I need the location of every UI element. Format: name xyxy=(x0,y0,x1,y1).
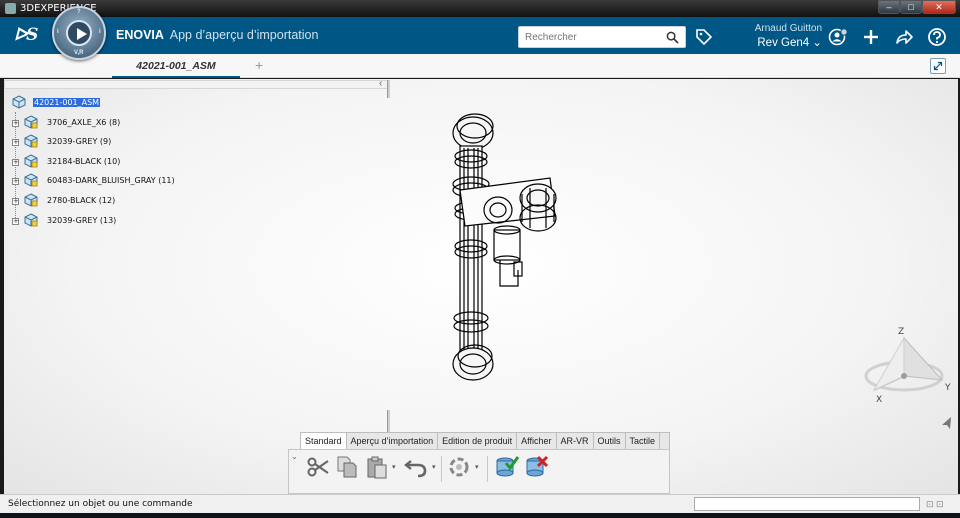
splitter-handle[interactable] xyxy=(387,410,390,432)
assembly-icon xyxy=(12,95,26,109)
compass-bottom-label: V,R xyxy=(74,50,84,56)
top-bar: ᐅS ENOVIA App d’aperçu d’importation Arn… xyxy=(0,17,960,54)
status-options-icon[interactable]: ⊡ ⊡ xyxy=(926,499,944,510)
tree-item[interactable]: +32184-BLACK (10) xyxy=(12,153,342,173)
tree-expander[interactable]: + xyxy=(12,217,19,225)
status-bar: Sélectionnez un objet ou une commande ⊡ … xyxy=(0,494,960,513)
navigation-cursor-icon[interactable] xyxy=(940,416,952,430)
compass-widget[interactable]: ? i i V,R xyxy=(52,6,106,60)
tree-item-label: 3706_AXLE_X6 (8) xyxy=(47,117,121,127)
help-icon[interactable] xyxy=(927,27,947,47)
window-title-bar: 3DEXPERIENCE – □ ✕ xyxy=(0,0,960,17)
tree-root-label: 42021-001_ASM xyxy=(33,98,101,107)
action-tab[interactable]: Afficher xyxy=(517,433,557,449)
action-tab[interactable]: AR-VR xyxy=(557,433,594,449)
tree-expander[interactable]: + xyxy=(12,178,19,186)
minimize-button[interactable]: – xyxy=(878,0,900,14)
action-bar-collapse-button[interactable]: ⌄ xyxy=(291,452,300,492)
action-tab[interactable]: Outils xyxy=(594,433,626,449)
app-name: App d’aperçu d’importation xyxy=(169,28,319,42)
brand-name: ENOVIA xyxy=(116,28,164,42)
app-title: ENOVIA App d’aperçu d’importation xyxy=(116,28,318,42)
user-name: Arnaud Guitton xyxy=(754,23,822,34)
add-tab-button[interactable]: + xyxy=(255,57,263,73)
chevron-down-icon: ⌄ xyxy=(812,37,822,49)
part-icon xyxy=(24,173,38,187)
cut-icon[interactable] xyxy=(306,455,330,479)
tag-icon[interactable] xyxy=(694,27,714,47)
action-bar: ⌄ ▾ ▾ ▾ xyxy=(288,449,670,494)
part-icon xyxy=(24,213,38,227)
play-button[interactable] xyxy=(66,20,92,46)
collab-space-label: Rev Gen4 xyxy=(757,37,810,49)
copy-icon[interactable] xyxy=(335,455,359,479)
paste-icon[interactable] xyxy=(365,455,389,479)
sync-database-icon[interactable] xyxy=(495,455,519,479)
splitter-handle[interactable] xyxy=(387,80,390,98)
paste-dropdown-icon[interactable]: ▾ xyxy=(392,463,396,471)
part-icon xyxy=(24,134,38,148)
3d-model[interactable] xyxy=(430,98,580,390)
close-button[interactable]: ✕ xyxy=(922,0,956,14)
status-message: Sélectionnez un objet ou une commande xyxy=(8,499,193,509)
part-icon xyxy=(24,115,38,129)
x-axis-label: X xyxy=(876,395,882,405)
share-icon[interactable] xyxy=(894,27,914,47)
y-axis-label: Y xyxy=(944,383,951,393)
part-icon xyxy=(24,154,38,168)
tree-item[interactable]: +60483-DARK_BLUISH_GRAY (11) xyxy=(12,172,342,192)
update-dropdown-icon[interactable]: ▾ xyxy=(475,463,479,471)
tree-expander[interactable]: + xyxy=(12,139,19,147)
collab-space[interactable]: Rev Gen4 ⌄ xyxy=(718,35,822,49)
user-settings-icon[interactable] xyxy=(828,27,848,47)
tree-item[interactable]: +3706_AXLE_X6 (8) xyxy=(12,114,342,134)
tree-item[interactable]: +32039-GREY (13) xyxy=(12,212,342,232)
command-input[interactable] xyxy=(694,497,920,511)
tab-42021-001-asm[interactable]: 42021-001_ASM xyxy=(112,57,240,78)
tree-scrollbar[interactable]: ‹ xyxy=(4,78,388,89)
compass-top-label: ? xyxy=(77,9,81,15)
document-tabs: 42021-001_ASM + xyxy=(0,54,960,78)
compass-right-label: i xyxy=(99,29,101,35)
toolbar-separator xyxy=(487,456,488,482)
tree-item[interactable]: +32039-GREY (9) xyxy=(12,133,342,153)
tree-root[interactable]: 42021-001_ASM xyxy=(12,94,342,114)
app-logo-icon xyxy=(5,3,16,14)
action-bar-tabs: Standard Aperçu d’importation Edition de p… xyxy=(300,432,670,450)
action-tab[interactable]: Edition de produit xyxy=(438,433,518,449)
play-icon xyxy=(77,28,87,40)
tree-item-label: 32039-GREY (9) xyxy=(47,137,112,147)
tree-item-label: 2780-BLACK (12) xyxy=(47,195,116,205)
search-input[interactable] xyxy=(519,27,659,48)
tree-item-label: 32039-GREY (13) xyxy=(47,215,117,225)
action-tab[interactable]: Tactile xyxy=(626,433,661,449)
product-tree: 42021-001_ASM +3706_AXLE_X6 (8) +32039-GR… xyxy=(12,94,342,231)
action-tab[interactable]: Standard xyxy=(301,433,347,449)
tree-expander[interactable]: + xyxy=(12,119,19,127)
tree-item-label: 32184-BLACK (10) xyxy=(47,156,121,166)
tree-collapse-button[interactable]: ‹ xyxy=(379,78,382,89)
toolbar-separator xyxy=(441,456,442,482)
undo-dropdown-icon[interactable]: ▾ xyxy=(432,463,436,471)
tree-item-label: 60483-DARK_BLUISH_GRAY (11) xyxy=(47,176,175,186)
compass-left-label: i xyxy=(57,29,59,35)
maximize-button[interactable]: □ xyxy=(900,0,922,14)
ds-logo-icon[interactable]: ᐅS xyxy=(14,25,38,45)
fullscreen-icon[interactable] xyxy=(930,58,946,74)
update-icon[interactable] xyxy=(447,455,471,479)
orientation-triad[interactable]: Z X Y xyxy=(862,324,954,406)
search-icon[interactable] xyxy=(666,31,679,44)
search-box[interactable] xyxy=(518,26,686,48)
taskbar-strip xyxy=(0,513,960,518)
z-axis-label: Z xyxy=(898,327,904,337)
tree-expander[interactable]: + xyxy=(12,158,19,166)
tree-expander[interactable]: + xyxy=(12,197,19,205)
tree-item[interactable]: +2780-BLACK (12) xyxy=(12,192,342,212)
delete-database-icon[interactable] xyxy=(525,455,549,479)
action-tab[interactable]: Aperçu d’importation xyxy=(347,433,439,449)
undo-icon[interactable] xyxy=(404,455,428,479)
add-icon[interactable] xyxy=(861,27,881,47)
part-icon xyxy=(24,193,38,207)
user-menu[interactable]: Arnaud Guitton Rev Gen4 ⌄ xyxy=(718,23,822,49)
